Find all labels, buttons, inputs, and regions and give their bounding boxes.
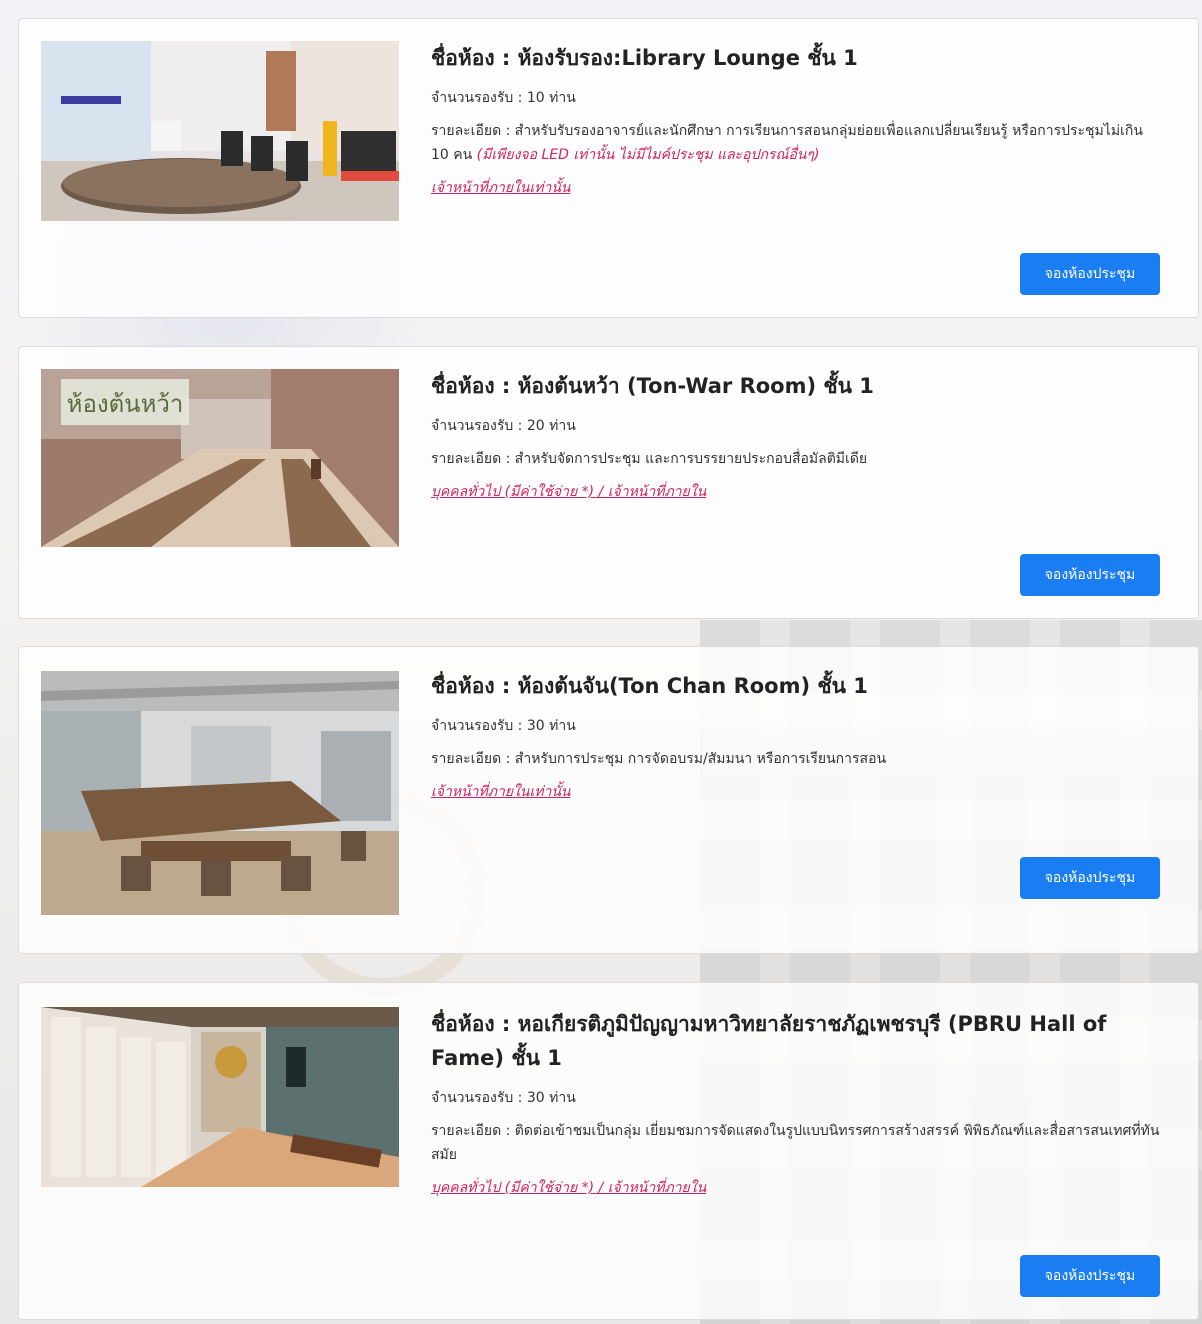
room-info: ชื่อห้อง : หอเกียรติภูมิปัญญามหาวิทยาลัย…	[431, 1007, 1162, 1199]
room-capacity: จำนวนรองรับ : 10 ท่าน	[431, 90, 576, 106]
room-detail-text: รายละเอียด : สำหรับการประชุม การจัดอบรม/…	[431, 751, 887, 767]
room-detail-note: (มีเพียงจอ LED เท่านั้น ไม่มีไมค์ประชุม …	[476, 147, 820, 163]
book-room-button[interactable]: จองห้องประชุม	[1020, 1255, 1160, 1297]
room-photo	[41, 1007, 399, 1187]
room-info: ชื่อห้อง : ห้องต้นจัน(Ton Chan Room) ชั้…	[431, 669, 1162, 803]
room-detail: รายละเอียด : สำหรับจัดการประชุม และการบร…	[431, 447, 1162, 471]
booking-eligibility-link[interactable]: เจ้าหน้าที่ภายในเท่านั้น	[431, 781, 570, 803]
room-capacity: จำนวนรองรับ : 30 ท่าน	[431, 718, 576, 734]
room-title: ชื่อห้อง : หอเกียรติภูมิปัญญามหาวิทยาลัย…	[431, 1012, 1107, 1070]
room-title: ชื่อห้อง : ห้องต้นหว้า (Ton-War Room) ชั…	[431, 374, 874, 398]
room-card: ชื่อห้อง : ห้องรับรอง:Library Lounge ชั้…	[18, 18, 1199, 318]
room-capacity: จำนวนรองรับ : 30 ท่าน	[431, 1090, 576, 1106]
room-card: ชื่อห้อง : หอเกียรติภูมิปัญญามหาวิทยาลัย…	[18, 982, 1199, 1320]
book-room-button[interactable]: จองห้องประชุม	[1020, 253, 1160, 295]
room-photo	[41, 41, 399, 221]
room-detail: รายละเอียด : ติดต่อเข้าชมเป็นกลุ่ม เยี่ย…	[431, 1119, 1162, 1167]
room-card: ห้องต้นหว้า ชื่อห้อง : ห้องต้นหว้า (Ton-…	[18, 346, 1199, 619]
room-photo	[41, 671, 399, 915]
room-card: ชื่อห้อง : ห้องต้นจัน(Ton Chan Room) ชั้…	[18, 646, 1199, 954]
room-title: ชื่อห้อง : ห้องต้นจัน(Ton Chan Room) ชั้…	[431, 674, 868, 698]
room-detail: รายละเอียด : สำหรับการประชุม การจัดอบรม/…	[431, 747, 1162, 771]
photo-sign-text: ห้องต้นหว้า	[67, 390, 184, 418]
room-capacity: จำนวนรองรับ : 20 ท่าน	[431, 418, 576, 434]
room-photo: ห้องต้นหว้า	[41, 369, 399, 547]
book-room-button[interactable]: จองห้องประชุม	[1020, 857, 1160, 899]
room-detail: รายละเอียด : สำหรับรับรองอาจารย์และนักศึ…	[431, 119, 1162, 167]
room-detail-text: รายละเอียด : สำหรับจัดการประชุม และการบร…	[431, 451, 868, 467]
booking-eligibility-link[interactable]: เจ้าหน้าที่ภายในเท่านั้น	[431, 177, 570, 199]
room-detail-text: รายละเอียด : ติดต่อเข้าชมเป็นกลุ่ม เยี่ย…	[431, 1123, 1160, 1163]
room-info: ชื่อห้อง : ห้องรับรอง:Library Lounge ชั้…	[431, 41, 1162, 199]
booking-eligibility-link[interactable]: บุคคลทั่วไป (มีค่าใช้จ่าย *) / เจ้าหน้าท…	[431, 481, 706, 503]
room-title: ชื่อห้อง : ห้องรับรอง:Library Lounge ชั้…	[431, 46, 858, 70]
booking-eligibility-link[interactable]: บุคคลทั่วไป (มีค่าใช้จ่าย *) / เจ้าหน้าท…	[431, 1177, 706, 1199]
room-info: ชื่อห้อง : ห้องต้นหว้า (Ton-War Room) ชั…	[431, 369, 1162, 503]
book-room-button[interactable]: จองห้องประชุม	[1020, 554, 1160, 596]
